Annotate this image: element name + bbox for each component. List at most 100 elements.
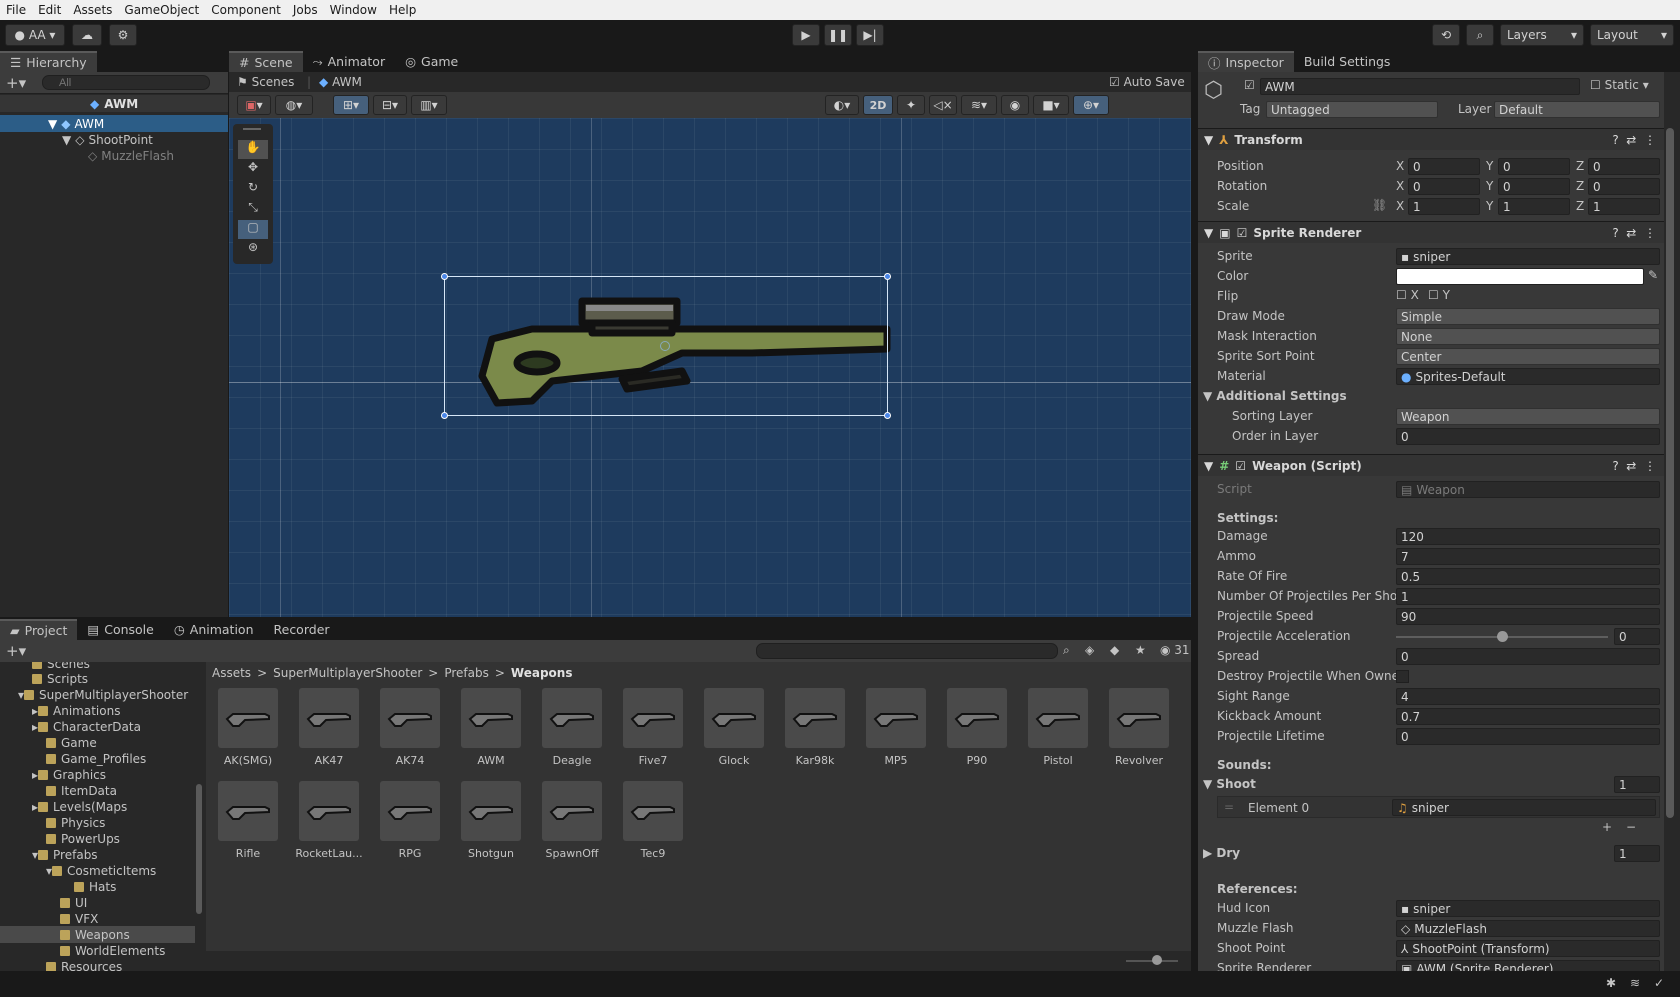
- rotate-tool[interactable]: ↻: [238, 180, 268, 199]
- sorting-layer-dropdown[interactable]: Weapon: [1396, 408, 1660, 425]
- component-menu-icons[interactable]: ? ⇄ ⋮: [1612, 459, 1656, 473]
- component-menu-icons[interactable]: ? ⇄ ⋮: [1612, 133, 1656, 147]
- additional-settings-foldout[interactable]: ▼ Additional Settings: [1203, 389, 1347, 403]
- rect-handle[interactable]: [884, 412, 891, 419]
- element0-field[interactable]: ♫ sniper: [1392, 799, 1656, 816]
- rotation-x-field[interactable]: 0: [1408, 178, 1480, 195]
- object-name-field[interactable]: AWM: [1260, 78, 1580, 95]
- folder-ui[interactable]: UI: [60, 895, 87, 910]
- filter-type-icon[interactable]: ◈: [1085, 643, 1094, 657]
- active-checkbox[interactable]: ☑: [1244, 78, 1255, 92]
- position-y-field[interactable]: 0: [1498, 158, 1570, 175]
- transform-header[interactable]: ▼ ⅄ Transform ? ⇄ ⋮: [1198, 128, 1664, 150]
- star-icon[interactable]: ★: [1135, 643, 1146, 657]
- asset-item[interactable]: Shotgun: [455, 781, 527, 860]
- zoom-slider-thumb[interactable]: [1152, 955, 1162, 965]
- shoot-foldout[interactable]: ▼ Shoot: [1203, 777, 1256, 791]
- tag-dropdown[interactable]: Untagged: [1266, 101, 1438, 118]
- 2d-toggle[interactable]: 2D: [863, 95, 893, 115]
- folder-characterdata[interactable]: ▸ CharacterData: [32, 719, 141, 734]
- add-icon[interactable]: +▾: [6, 74, 26, 92]
- history-button[interactable]: ⟲: [1432, 24, 1460, 46]
- eyedropper-icon[interactable]: ✎: [1648, 268, 1658, 282]
- weapon-field-input[interactable]: 0.7: [1396, 708, 1660, 725]
- effects-button[interactable]: ≋ ▾: [961, 95, 997, 115]
- global-button[interactable]: ◍ ▾: [275, 95, 313, 115]
- weapon-field-input[interactable]: 90: [1396, 608, 1660, 625]
- camera-button[interactable]: ■ ▾: [1033, 95, 1069, 115]
- tab-game[interactable]: ◎ Game: [395, 51, 468, 72]
- weapon-field-input[interactable]: 7: [1396, 548, 1660, 565]
- menu-component[interactable]: Component: [205, 3, 287, 17]
- asset-item[interactable]: AK74: [374, 688, 446, 767]
- acceleration-field[interactable]: 0: [1614, 628, 1660, 645]
- flip-x-checkbox[interactable]: ☐ X: [1396, 288, 1419, 302]
- asset-item[interactable]: AK(SMG): [212, 688, 284, 767]
- folder-prefabs[interactable]: ▾ Prefabs: [32, 847, 98, 862]
- tab-project[interactable]: ▰ Project: [0, 619, 78, 640]
- ruler-button[interactable]: ▥ ▾: [411, 95, 447, 115]
- rotation-z-field[interactable]: 0: [1588, 178, 1660, 195]
- menu-gameobject[interactable]: GameObject: [118, 3, 205, 17]
- hierarchy-item-muzzleflash[interactable]: ◇ MuzzleFlash: [0, 147, 228, 164]
- breadcrumb-sms[interactable]: SuperMultiplayerShooter: [273, 666, 422, 680]
- asset-item[interactable]: RPG: [374, 781, 446, 860]
- autosave-toggle[interactable]: ☑ Auto Save: [1109, 75, 1185, 89]
- layout-dropdown[interactable]: Layout ▾: [1590, 24, 1674, 46]
- pause-button[interactable]: ❚❚: [824, 24, 852, 46]
- scene-header[interactable]: ◆ AWM: [0, 95, 228, 112]
- asset-item[interactable]: Revolver: [1103, 688, 1175, 767]
- weapon-field-input[interactable]: 0: [1396, 648, 1660, 665]
- list-remove-button[interactable]: −: [1626, 820, 1636, 834]
- menu-file[interactable]: File: [0, 3, 32, 17]
- scale-x-field[interactable]: 1: [1408, 198, 1480, 215]
- asset-item[interactable]: SpawnOff: [536, 781, 608, 860]
- folder-game-profiles[interactable]: Game_Profiles: [46, 751, 146, 766]
- draw-mode-dropdown[interactable]: Simple: [1396, 308, 1660, 325]
- menu-window[interactable]: Window: [324, 3, 383, 17]
- tab-console[interactable]: ▤ Console: [77, 619, 163, 640]
- rect-handle[interactable]: [441, 273, 448, 280]
- debug-icon[interactable]: ✱: [1606, 976, 1616, 990]
- cache-icon[interactable]: ≋: [1630, 976, 1640, 990]
- breadcrumb-prefabs[interactable]: Prefabs: [444, 666, 489, 680]
- reference-field[interactable]: ▪ sniper: [1396, 900, 1660, 917]
- mask-interaction-dropdown[interactable]: None: [1396, 328, 1660, 345]
- folder-scripts[interactable]: Scripts: [32, 671, 88, 686]
- cloud-button[interactable]: ☁: [72, 24, 102, 46]
- asset-item[interactable]: P90: [941, 688, 1013, 767]
- position-x-field[interactable]: 0: [1408, 158, 1480, 175]
- hand-tool[interactable]: ✋: [238, 140, 268, 159]
- breadcrumb-weapons[interactable]: Weapons: [511, 666, 573, 680]
- awm-breadcrumb[interactable]: ◆ AWM: [319, 75, 362, 89]
- hierarchy-item-awm[interactable]: ▼ ◆ AWM: [0, 115, 228, 132]
- layers-dropdown[interactable]: Layers ▾: [1500, 24, 1584, 46]
- search-button[interactable]: ⌕: [1466, 24, 1494, 46]
- tab-recorder[interactable]: Recorder: [264, 619, 340, 640]
- component-menu-icons[interactable]: ? ⇄ ⋮: [1612, 226, 1656, 240]
- folder-worldelements[interactable]: WorldElements: [60, 943, 165, 958]
- increment-snap-button[interactable]: ⊟ ▾: [373, 95, 407, 115]
- reference-field[interactable]: ⅄ ShootPoint (Transform): [1396, 940, 1660, 957]
- static-checkbox[interactable]: ☐ Static ▾: [1590, 78, 1649, 92]
- order-in-layer-field[interactable]: 0: [1396, 428, 1660, 445]
- color-field[interactable]: [1396, 268, 1644, 285]
- menu-jobs[interactable]: Jobs: [287, 3, 324, 17]
- tab-hierarchy[interactable]: ☰ Hierarchy: [0, 51, 97, 72]
- visibility-button[interactable]: ◉: [1001, 95, 1029, 115]
- folder-weapons[interactable]: Weapons: [60, 927, 130, 942]
- label-icon[interactable]: ◆: [1110, 643, 1119, 657]
- layer-dropdown[interactable]: Default: [1494, 101, 1660, 118]
- asset-item[interactable]: Pistol: [1022, 688, 1094, 767]
- move-tool[interactable]: ✥: [238, 160, 268, 179]
- play-button[interactable]: ▶: [792, 24, 820, 46]
- sprite-renderer-header[interactable]: ▼ ▣ ☑ Sprite Renderer ? ⇄ ⋮: [1198, 221, 1664, 243]
- check-icon[interactable]: ✓: [1654, 976, 1664, 990]
- flip-y-checkbox[interactable]: ☐ Y: [1428, 288, 1450, 302]
- inspector-scrollbar[interactable]: [1666, 128, 1674, 818]
- dry-foldout[interactable]: ▶ Dry: [1203, 846, 1240, 860]
- weapon-field-input[interactable]: 1: [1396, 588, 1660, 605]
- asset-item[interactable]: Kar98k: [779, 688, 851, 767]
- menu-assets[interactable]: Assets: [67, 3, 118, 17]
- add-icon[interactable]: +▾: [6, 642, 26, 660]
